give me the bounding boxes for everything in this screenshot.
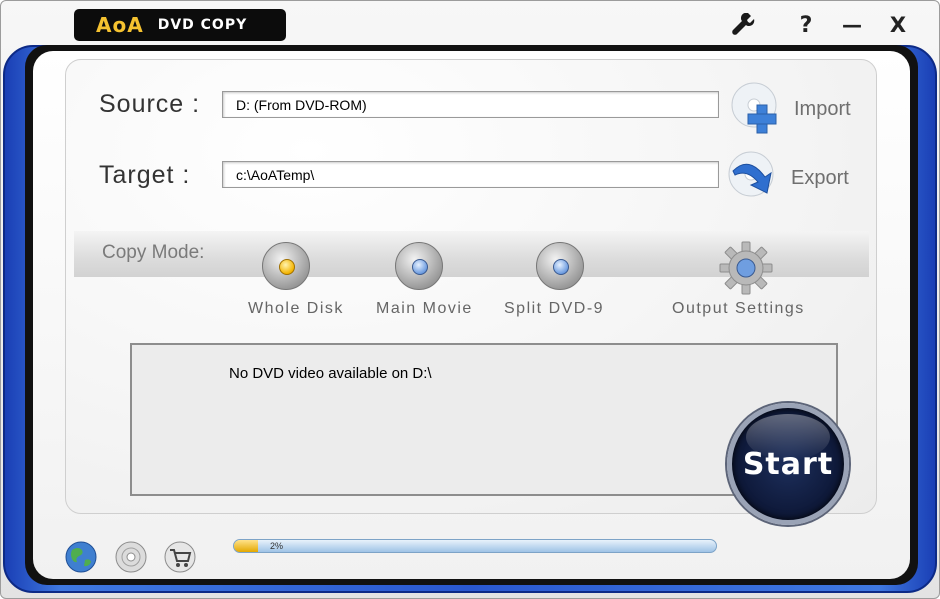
start-label: Start (742, 446, 834, 482)
cart-icon[interactable] (163, 540, 197, 574)
whole-disk-label[interactable]: Whole Disk (248, 300, 344, 318)
help-button[interactable]: ? (791, 11, 821, 39)
import-label: Import (794, 97, 851, 120)
import-button[interactable]: Import (728, 81, 851, 137)
radio-dot (279, 259, 295, 275)
export-label: Export (791, 166, 849, 189)
radio-dot (553, 259, 569, 275)
logo-product: DVD COPY (157, 17, 248, 33)
source-field[interactable]: D: (From DVD-ROM) (222, 91, 719, 118)
arrow-disc-icon (728, 151, 774, 197)
plus-disc-icon (731, 82, 777, 134)
output-settings-label[interactable]: Output Settings (672, 300, 805, 318)
app-window: AoA DVD COPY ? — X Source : D: (From DVD… (0, 0, 940, 599)
status-message: No DVD video available on D:\ (229, 365, 432, 382)
minimize-button[interactable]: — (837, 11, 867, 39)
progress-percent: 2% (270, 541, 284, 551)
main-movie-label[interactable]: Main Movie (376, 300, 473, 318)
start-button[interactable]: Start (727, 403, 849, 525)
logo-brand: AoA (96, 13, 144, 37)
copy-mode-label: Copy Mode: (102, 242, 205, 263)
progress-fill (234, 540, 259, 552)
gear-icon[interactable] (719, 241, 773, 295)
radio-dot (412, 259, 428, 275)
app-logo: AoA DVD COPY (74, 9, 286, 41)
disc-icon[interactable] (114, 540, 148, 574)
source-label: Source : (99, 90, 201, 118)
target-label: Target : (99, 161, 191, 189)
title-bar[interactable]: AoA DVD COPY ? — X (1, 1, 940, 47)
target-field[interactable]: c:\AoATemp\ (222, 161, 719, 188)
radio-split-dvd9[interactable] (536, 242, 584, 290)
settings-wrench-button[interactable] (728, 11, 758, 39)
export-button[interactable]: Export (723, 149, 849, 207)
wrench-icon (732, 13, 755, 35)
globe-icon[interactable] (64, 540, 98, 574)
radio-whole-disk[interactable] (262, 242, 310, 290)
progress-bar: 2% (233, 539, 717, 553)
radio-main-movie[interactable] (395, 242, 443, 290)
close-button[interactable]: X (883, 11, 913, 39)
split-dvd9-label[interactable]: Split DVD-9 (504, 300, 604, 318)
